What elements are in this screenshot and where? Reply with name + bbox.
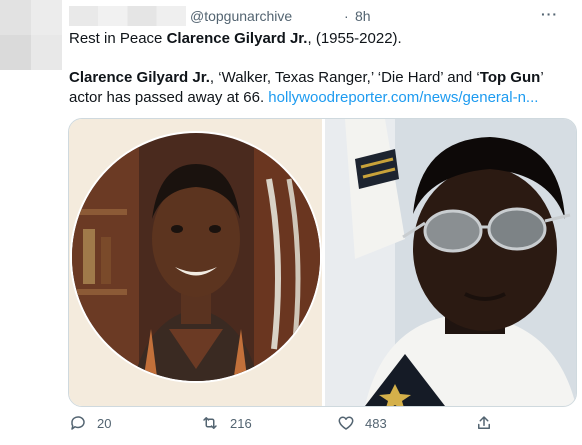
separator-dot: · [344,8,349,24]
avatar-block [31,0,62,35]
text-segment: Rest in Peace [69,30,167,47]
reply-icon [71,416,85,430]
avatar-block [0,35,31,70]
reply-button[interactable]: 20 [69,414,111,432]
media-container[interactable] [68,118,577,407]
text-segment: , ‘Walker, Texas Ranger,’ ‘Die Hard’ and… [209,69,480,86]
text-segment: , (1955-2022). [307,30,402,47]
film-still-illustration [325,119,576,406]
avatar-block [0,0,31,35]
tweet-text-line-1: Rest in Peace Clarence Gilyard Jr., (195… [69,30,402,47]
tweet-text-line-3: actor has passed away at 66. hollywoodre… [69,89,538,106]
portrait-illustration [70,131,322,383]
movie-title: Top Gun [479,69,541,86]
avatar[interactable] [0,0,62,70]
share-icon [478,416,490,429]
article-link[interactable]: hollywoodreporter.com/news/general-n... [268,89,538,106]
like-button[interactable]: 483 [337,414,387,432]
avatar-block [31,35,62,70]
tweet-header: @topgunarchive · 8h ··· [69,6,569,28]
retweet-icon [203,417,217,429]
text-segment: actor has passed away at 66. [69,89,269,106]
more-icon[interactable]: ··· [541,6,558,22]
like-count: 483 [365,415,387,431]
person-name: Clarence Gilyard Jr. [69,69,210,86]
display-name[interactable] [69,6,186,26]
retweet-button[interactable]: 216 [200,414,252,432]
portrait-photo[interactable] [69,119,322,406]
text-segment: ’ [540,69,544,86]
share-button[interactable] [475,414,493,432]
tweet-timestamp[interactable]: 8h [355,8,371,24]
heart-icon [338,416,354,430]
film-still-photo[interactable] [325,119,576,406]
retweet-count: 216 [230,415,252,431]
tweet-actions: 20 216 483 [69,414,569,438]
tweet-text-line-2: Clarence Gilyard Jr., ‘Walker, Texas Ran… [69,69,544,86]
reply-count: 20 [97,415,112,431]
person-name: Clarence Gilyard Jr. [166,30,308,47]
user-handle[interactable]: @topgunarchive [190,8,292,24]
